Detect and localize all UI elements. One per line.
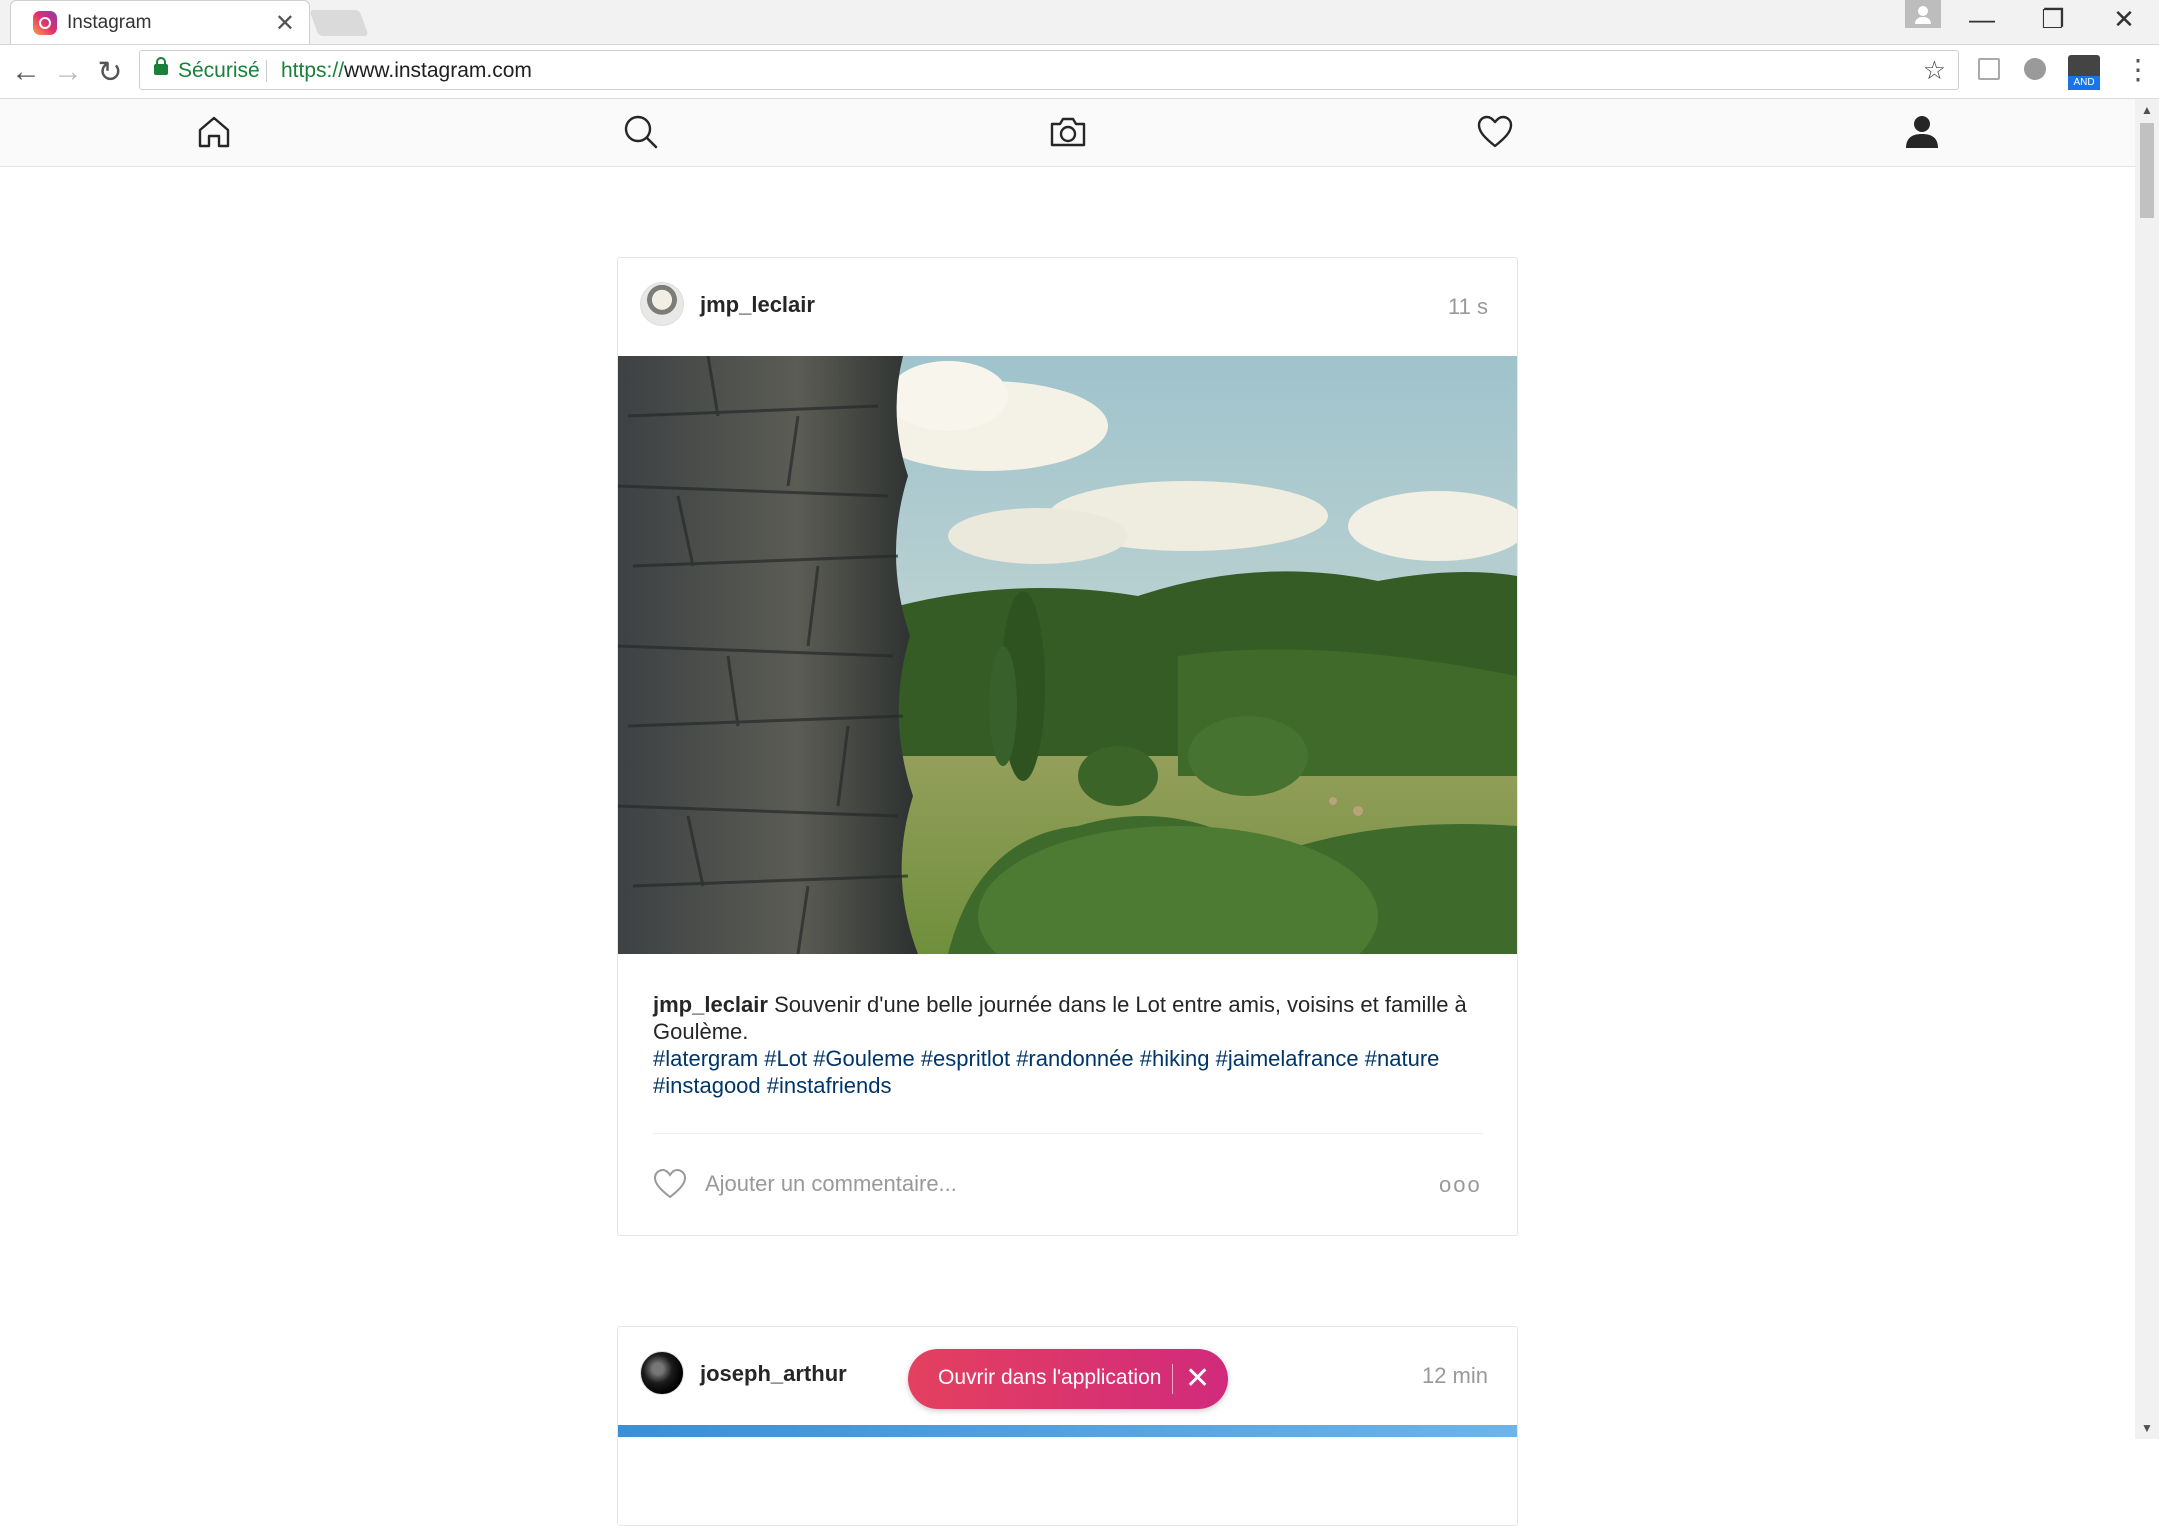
forward-arrow-icon[interactable]: → — [48, 55, 88, 89]
browser-menu-icon[interactable]: ⋮ — [2124, 53, 2152, 86]
url-host: www.instagram.com — [344, 59, 532, 82]
camera-icon[interactable] — [1048, 112, 1088, 152]
new-tab-button[interactable] — [309, 10, 369, 36]
caption-hashtags[interactable]: #latergram #Lot #Gouleme #espritlot #ran… — [653, 1045, 1483, 1099]
instagram-nav — [0, 99, 2135, 167]
caption-divider — [653, 1133, 1483, 1134]
post-timestamp[interactable]: 11 s — [1448, 294, 1488, 320]
more-options-icon[interactable]: ooo — [1439, 1172, 1482, 1198]
close-icon[interactable]: ✕ — [1185, 1361, 1210, 1396]
heart-icon[interactable] — [1475, 112, 1515, 152]
page-scrollbar[interactable]: ▲ ▼ — [2135, 99, 2159, 1439]
tab-close-icon[interactable]: ✕ — [275, 9, 295, 38]
reload-icon[interactable]: ↻ — [90, 55, 130, 90]
instagram-favicon-icon — [33, 11, 57, 35]
home-icon[interactable] — [194, 112, 234, 152]
scroll-thumb[interactable] — [2140, 123, 2154, 218]
window-close-icon[interactable]: ✕ — [2104, 4, 2144, 35]
caption-text: Souvenir d'une belle journée dans le Lot… — [653, 992, 1467, 1044]
open-in-app-banner[interactable]: Ouvrir dans l'application ✕ — [908, 1349, 1228, 1409]
scroll-up-arrow-icon[interactable]: ▲ — [2141, 103, 2153, 117]
url-text[interactable]: https://www.instagram.com — [281, 59, 532, 83]
browser-profile-icon[interactable] — [1905, 0, 1941, 28]
browser-toolbar: ← → ↻ Sécurisé https://www.instagram.com… — [0, 45, 2159, 99]
avatar[interactable] — [640, 1351, 684, 1395]
caption-username[interactable]: jmp_leclair — [653, 992, 768, 1017]
browser-titlebar: Instagram ✕ — ❐ ✕ — [0, 0, 2159, 45]
profile-icon[interactable] — [1902, 112, 1942, 152]
extension-reader-icon[interactable] — [1978, 58, 2000, 80]
post-header: jmp_leclair 11 s — [618, 258, 1517, 356]
minimize-icon[interactable]: — — [1962, 4, 2002, 35]
avatar[interactable] — [640, 282, 684, 326]
post-photo[interactable] — [618, 1425, 1517, 1437]
back-arrow-icon[interactable]: ← — [6, 55, 46, 89]
open-in-app-separator — [1172, 1364, 1173, 1394]
post-username[interactable]: jmp_leclair — [700, 292, 815, 318]
search-icon[interactable] — [621, 112, 661, 152]
post-timestamp[interactable]: 12 min — [1422, 1363, 1488, 1389]
feed-post: jmp_leclair 11 s jmp_leclair Souvenir d'… — [617, 257, 1518, 1236]
post-username[interactable]: joseph_arthur — [700, 1361, 847, 1387]
landscape-image — [618, 356, 1517, 954]
post-photo[interactable] — [618, 356, 1517, 954]
url-scheme: https:// — [281, 59, 345, 82]
address-bar[interactable]: Sécurisé https://www.instagram.com ☆ — [139, 50, 1959, 90]
scroll-down-arrow-icon[interactable]: ▼ — [2141, 1421, 2153, 1435]
omnibox-separator — [266, 60, 267, 82]
post-caption: jmp_leclair Souvenir d'une belle journée… — [653, 991, 1483, 1099]
secure-label: Sécurisé — [178, 59, 260, 82]
comment-input[interactable] — [703, 1168, 1397, 1200]
lock-icon — [154, 57, 168, 75]
extension-globe-icon[interactable] — [2024, 58, 2046, 80]
open-in-app-button[interactable]: Ouvrir dans l'application — [938, 1366, 1161, 1390]
bookmark-star-icon[interactable]: ☆ — [1923, 55, 1946, 86]
extension-badge: AND — [2068, 76, 2100, 90]
like-heart-icon[interactable] — [652, 1166, 688, 1200]
tab-title: Instagram — [67, 12, 152, 33]
restore-icon[interactable]: ❐ — [2033, 4, 2073, 35]
browser-tab[interactable]: Instagram ✕ — [10, 0, 310, 44]
